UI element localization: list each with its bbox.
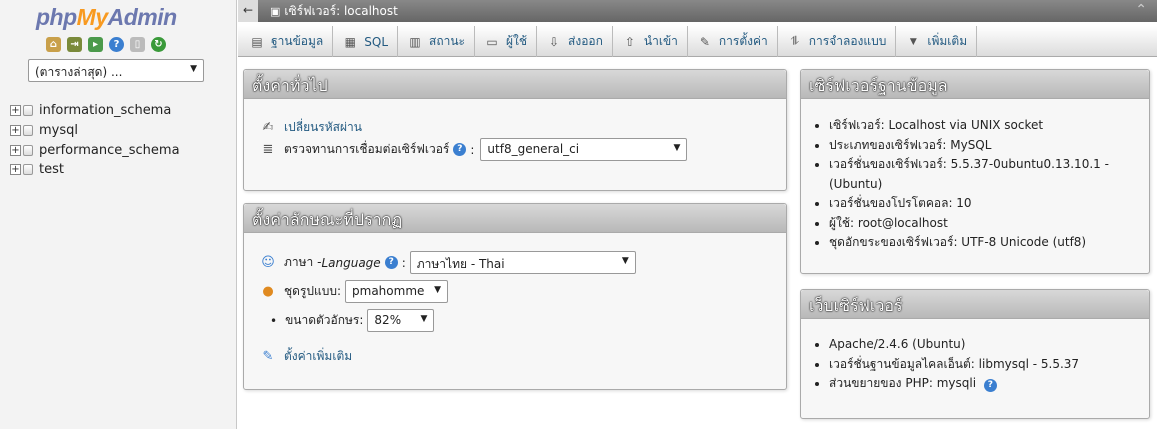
settings-wrench-icon: ✎ xyxy=(699,34,710,49)
panel-title: ตั้งค่าทั่วไป xyxy=(244,70,786,99)
collapse-icon[interactable]: ⌃ xyxy=(1135,2,1147,18)
dropdown-arrow-icon: ▼ xyxy=(673,143,681,153)
theme-select[interactable]: pmahomme ▼ xyxy=(345,280,449,303)
database-icon xyxy=(23,125,33,137)
home-icon[interactable]: ⌂ xyxy=(46,37,61,52)
back-arrow-icon[interactable]: ← xyxy=(238,0,258,22)
database-icon xyxy=(23,105,33,117)
database-icon xyxy=(23,164,33,176)
database-item[interactable]: + test xyxy=(10,160,180,180)
language-select[interactable]: ภาษาไทย - Thai ▼ xyxy=(409,251,636,274)
pencil-key-icon: ✍ xyxy=(262,120,274,135)
theme-row: ● ชุดรูปแบบ: pmahomme ▼ xyxy=(260,280,449,303)
server-icon: ▣ xyxy=(270,4,281,18)
sql-icon: ▦ xyxy=(344,34,356,49)
expand-icon[interactable]: + xyxy=(10,125,21,137)
collation-row: ≣ ตรวจทานการเชื่อมต่อเซิร์ฟเวอร์ ? : utf… xyxy=(260,138,688,161)
server-info-list: เซิร์ฟเวอร์: Localhost via UNIX socket ป… xyxy=(829,116,1139,253)
tab-sql[interactable]: ▦ SQL xyxy=(333,26,398,57)
dropdown-arrow-icon: ▼ xyxy=(420,314,428,324)
font-size-select[interactable]: 82% ▼ xyxy=(367,309,435,332)
general-settings-panel: ตั้งค่าทั่วไป ✍ เปลี่ยนรหัสผ่าน ≣ ตรวจทา… xyxy=(243,69,787,191)
dropdown-arrow-icon: ▼ xyxy=(434,285,442,295)
more-settings-row: ✎ ตั้งค่าเพิ่มเติม xyxy=(260,347,353,366)
list-item: เวอร์ชั่นของโปรโตคอล: 10 xyxy=(829,194,1139,214)
wrench-icon: ✎ xyxy=(262,349,274,364)
database-icon xyxy=(23,144,33,156)
panel-title: เว็บเซิร์ฟเวอร์ xyxy=(801,290,1149,319)
phpmyadmin-logo[interactable]: phpMyAdmin xyxy=(36,4,177,31)
database-tree: + information_schema + mysql + performance_… xyxy=(10,101,180,180)
sql-query-icon[interactable]: ▸ xyxy=(88,37,103,52)
dropdown-arrow-icon: ▼ xyxy=(621,256,629,266)
help-icon[interactable]: ? xyxy=(453,143,467,156)
panel-title: ตั้งค่าลักษณะที่ปรากฏ xyxy=(244,204,786,233)
help-icon[interactable]: ? xyxy=(983,379,997,392)
palette-icon: ● xyxy=(262,284,274,299)
list-item: Apache/2.4.6 (Ubuntu) xyxy=(829,335,1139,355)
panel-title: เซิร์ฟเวอร์ฐานข้อมูล xyxy=(801,70,1149,99)
export-icon: ⇩ xyxy=(549,34,560,49)
change-password-link[interactable]: เปลี่ยนรหัสผ่าน xyxy=(284,118,362,137)
list-icon: ≣ xyxy=(262,142,274,157)
expand-icon[interactable]: + xyxy=(10,144,21,156)
collation-label: ตรวจทานการเชื่อมต่อเซิร์ฟเวอร์ xyxy=(284,142,450,156)
reload-icon[interactable]: ↻ xyxy=(151,37,166,52)
exit-icon[interactable]: ⇥ xyxy=(67,37,82,52)
database-item[interactable]: + performance_schema xyxy=(10,140,180,160)
help-icon[interactable]: ? xyxy=(384,256,398,269)
nav-icon-bar: ⌂ ⇥ ▸ ? ▯ ↻ xyxy=(46,37,166,52)
language-row: ☺ ภาษา - Language ? : ภาษาไทย - Thai ▼ xyxy=(260,251,636,274)
dropdown-arrow-icon: ▼ xyxy=(190,64,197,74)
replication-icon: ⥮ xyxy=(790,34,800,48)
breadcrumb-server[interactable]: เซิร์ฟเวอร์: localhost xyxy=(284,2,397,21)
breadcrumb-bar: ← ▣ เซิร์ฟเวอร์: localhost ⌃ xyxy=(238,0,1157,22)
navigation-panel: phpMyAdmin ⌂ ⇥ ▸ ? ▯ ↻ (ตารางล่าสุด) ...… xyxy=(0,0,237,429)
expand-icon[interactable]: + xyxy=(10,164,21,176)
status-icon: ▥ xyxy=(409,34,421,49)
more-settings-link[interactable]: ตั้งค่าเพิ่มเติม xyxy=(284,347,352,366)
appearance-settings-panel: ตั้งค่าลักษณะที่ปรากฏ ☺ ภาษา - Language … xyxy=(243,203,787,390)
tab-settings[interactable]: ✎ การตั้งค่า xyxy=(688,26,778,57)
collation-select[interactable]: utf8_general_ci ▼ xyxy=(480,138,688,161)
list-item: ผู้ใช้: root@localhost xyxy=(829,214,1139,234)
database-icon: ▤ xyxy=(251,34,263,49)
tab-replication[interactable]: ⥮ การจำลองแบบ xyxy=(778,26,897,57)
list-item: เวอร์ชั่นฐานข้อมูลไคลเอ็นต์: libmysql - … xyxy=(829,355,1139,375)
expand-icon[interactable]: + xyxy=(10,105,21,117)
list-item: เวอร์ชั่นของเซิร์ฟเวอร์: 5.5.37-0ubuntu0… xyxy=(829,155,1139,194)
list-item: ส่วนขยายของ PHP: mysqli ? xyxy=(829,374,1139,394)
database-item[interactable]: + mysql xyxy=(10,121,180,141)
web-server-panel: เว็บเซิร์ฟเวอร์ Apache/2.4.6 (Ubuntu) เว… xyxy=(800,289,1150,419)
database-item[interactable]: + information_schema xyxy=(10,101,180,121)
tab-more[interactable]: ▼ เพิ่มเติม xyxy=(896,26,978,57)
recent-tables-select[interactable]: (ตารางล่าสุด) ... ▼ xyxy=(28,59,204,82)
tab-users[interactable]: ▭ ผู้ใช้ xyxy=(475,26,538,57)
tab-export[interactable]: ⇩ ส่งออก xyxy=(537,26,613,57)
main-menu: ▤ ฐานข้อมูล ▦ SQL ▥ สถานะ ▭ ผู้ใช้ ⇩ ส่งออก ⇧… xyxy=(238,26,1157,57)
users-icon: ▭ xyxy=(486,34,498,49)
change-password-row: ✍ เปลี่ยนรหัสผ่าน xyxy=(260,118,362,137)
database-server-panel: เซิร์ฟเวอร์ฐานข้อมูล เซิร์ฟเวอร์: Localh… xyxy=(800,69,1150,274)
web-server-info-list: Apache/2.4.6 (Ubuntu) เวอร์ชั่นฐานข้อมูล… xyxy=(829,335,1139,394)
page-icon[interactable]: ▯ xyxy=(130,37,145,52)
tab-status[interactable]: ▥ สถานะ xyxy=(398,26,475,57)
list-item: ชุดอักขระของเซิร์ฟเวอร์: UTF-8 Unicode (… xyxy=(829,233,1139,253)
list-item: ประเภทของเซิร์ฟเวอร์: MySQL xyxy=(829,136,1139,156)
list-item: เซิร์ฟเวอร์: Localhost via UNIX socket xyxy=(829,116,1139,136)
tab-databases[interactable]: ▤ ฐานข้อมูล xyxy=(238,26,334,57)
language-icon: ☺ xyxy=(261,255,275,270)
docs-icon[interactable]: ? xyxy=(109,37,124,52)
more-chevron-icon: ▼ xyxy=(909,36,917,47)
font-size-row: • ขนาดตัวอักษร: 82% ▼ xyxy=(270,309,435,332)
import-icon: ⇧ xyxy=(624,34,635,49)
tab-import[interactable]: ⇧ นำเข้า xyxy=(613,26,688,57)
